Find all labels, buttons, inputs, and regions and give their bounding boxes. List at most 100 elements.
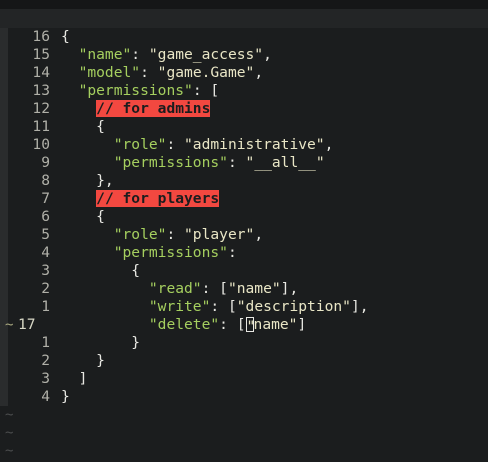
code-line[interactable]: 9 "permissions": "__all__" [0,154,488,172]
sign-column [0,334,8,352]
code-text: : [166,226,185,243]
sign-column [0,118,8,136]
line-code[interactable]: ] [61,370,88,388]
code-text: ] [297,316,307,333]
code-text: { [61,262,141,279]
json-key: "delete" [148,316,220,333]
sign-column [0,136,8,154]
code-line[interactable]: 5 "role": "player", [0,226,488,244]
line-number: 7 [8,190,50,208]
code-text: { [61,28,70,45]
code-text: : [140,64,158,81]
sign-column [0,172,8,190]
line-code[interactable]: "name": "game_access", [61,46,272,64]
code-text: ] [61,370,88,387]
code-comment: // for players [96,190,220,207]
json-string: "game_access" [148,46,264,63]
line-code[interactable]: { [61,118,105,136]
sign-column [0,64,8,82]
line-number: 11 [8,118,50,136]
code-text: : [ [192,82,220,99]
code-line[interactable]: 4} [0,388,488,406]
sign-column [0,82,8,100]
line-code[interactable]: "model": "game.Game", [61,64,264,82]
line-number: 10 [8,136,50,154]
code-text: }, [61,172,114,189]
code-line[interactable]: 3 { [0,262,488,280]
json-key: "role" [113,226,167,243]
code-line[interactable]: 15 "name": "game_access", [0,46,488,64]
line-code[interactable]: } [61,388,70,406]
sign-column [0,352,8,370]
window-top-strip [0,0,488,9]
line-number: 4 [8,244,50,262]
line-code[interactable]: "write": ["description"], [61,298,369,316]
code-text: : [131,46,149,63]
code-text: } [61,388,70,405]
code-comment: // for admins [96,100,211,117]
code-line[interactable]: 4 "permissions": [0,244,488,262]
sign-column [0,298,8,316]
code-line[interactable]: 2 "read": ["name"], [0,280,488,298]
line-code[interactable]: } [61,334,140,352]
code-text: ], [280,280,299,297]
line-code[interactable]: "delete": ["name"] [61,316,307,335]
line-code[interactable]: "permissions": "__all__" [61,154,325,172]
line-number: 2 [8,352,50,370]
line-number: 4 [8,388,50,406]
empty-line-marker: ~ [5,407,14,423]
code-text: : [ [219,316,246,333]
text-cursor: " [245,317,256,335]
line-code[interactable]: "permissions": [61,244,237,262]
code-line[interactable]: 1 "write": ["description"], [0,298,488,316]
code-line[interactable]: 1 } [0,334,488,352]
code-line[interactable]: 7 // for players [0,190,488,208]
line-code[interactable]: { [61,262,140,280]
line-code[interactable]: "role": "player", [61,226,263,244]
code-text: : [227,154,246,171]
line-number: 6 [8,208,50,226]
cursor-line-marker: ~ [5,317,14,333]
line-code[interactable]: // for admins [61,100,211,118]
code-line[interactable]: 3 ] [0,370,488,388]
code-line[interactable]: ~17 "delete": ["name"] [0,316,488,335]
code-line[interactable]: 13 "permissions": [ [0,82,488,100]
editor-tabline [0,9,488,28]
line-number: 9 [8,154,50,172]
line-number: 17 [18,316,42,334]
line-code[interactable]: "permissions": [ [61,82,220,100]
line-code[interactable]: }, [61,172,114,190]
line-number: 1 [8,298,50,316]
line-code[interactable]: } [61,352,105,370]
json-key: "write" [148,298,211,315]
code-line[interactable]: 14 "model": "game.Game", [0,64,488,82]
line-code[interactable]: { [61,208,105,226]
code-line[interactable]: 11 { [0,118,488,136]
line-number: 3 [8,370,50,388]
line-code[interactable]: "read": ["name"], [61,280,298,298]
code-line[interactable]: 16 { [0,28,488,46]
code-line[interactable]: 2 } [0,352,488,370]
code-line[interactable]: 8 }, [0,172,488,190]
code-line[interactable]: 10 "role": "administrative", [0,136,488,154]
line-code[interactable]: "role": "administrative", [61,136,334,154]
line-number: 5 [8,226,50,244]
line-code[interactable]: // for players [61,190,220,208]
code-text: , [254,226,264,243]
line-number: 2 [8,280,50,298]
code-text: : [ [210,298,237,315]
code-text: : [ [201,280,228,297]
code-text: , [324,136,334,153]
line-code[interactable]: { [61,28,70,46]
code-line[interactable]: 12 // for admins [0,100,488,118]
code-line[interactable]: 6 { [0,208,488,226]
code-editor[interactable]: 16{15 "name": "game_access", 14 "model": … [0,28,488,462]
